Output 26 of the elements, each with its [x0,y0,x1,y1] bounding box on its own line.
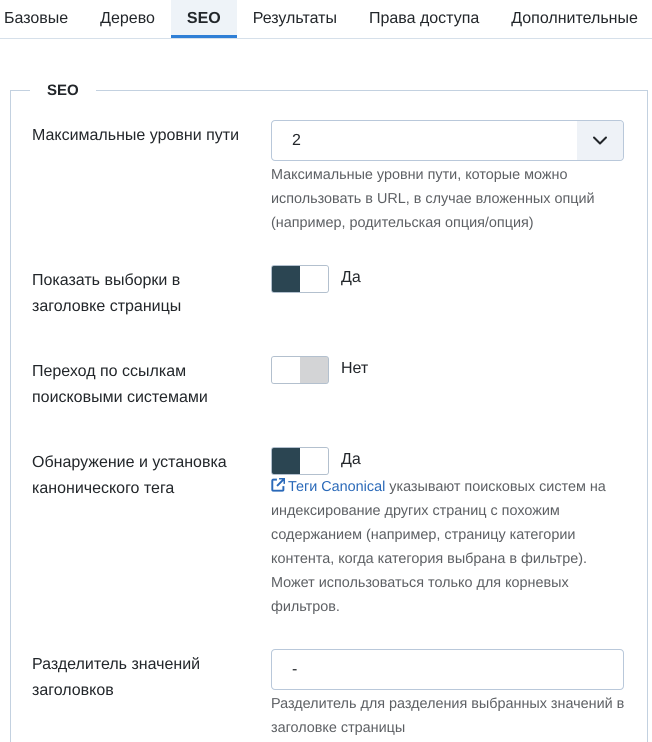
chevron-down-icon [577,121,623,160]
select-field[interactable]: 2 [271,120,624,161]
toggle-state-text: Да [341,268,361,286]
toggle-switch[interactable] [271,447,329,475]
toggle-switch[interactable] [271,356,329,384]
tab[interactable]: Дополнительные [495,0,644,38]
help-text: Теги Canonical указывают поисковых систем на индексирование других страниц с похожим содержанием (например, страницу категории контента, когда категория выбрана в фильтре). Может использоваться только для корневых фильтров. [271,477,607,617]
field-label: Переход по ссылкам поисковыми системами [32,362,209,408]
help-text: Разделитель для разделения выбранных значений в заголовке страницы [271,695,626,738]
field-label: Разделитель значений заголовков [32,655,202,701]
tab[interactable]: SEO [170,0,237,38]
toggle-state-text: Нет [341,360,368,378]
toggle-state-text: Да [341,450,361,468]
help-text: Максимальные уровни пути, которые можно использовать в URL, в случае вложенных опций (например, родительская опция/опция) [271,166,596,233]
field-label: Максимальные уровни пути [32,126,240,146]
tab[interactable]: Права доступа [352,0,496,38]
help-link[interactable]: Теги Canonical [271,479,386,495]
external-link-icon [271,478,285,492]
input-field[interactable]: - [271,649,624,690]
field-label: Показать выборки в заголовке страницы [32,271,182,317]
panel-legend: SEO [30,82,96,99]
tab[interactable]: Базовые [0,0,84,38]
tab[interactable]: Результаты [236,0,353,38]
field-label: Обнаружение и установка канонического тега [32,453,228,499]
toggle-switch[interactable] [271,265,329,293]
tab[interactable]: Дерево [84,0,171,38]
